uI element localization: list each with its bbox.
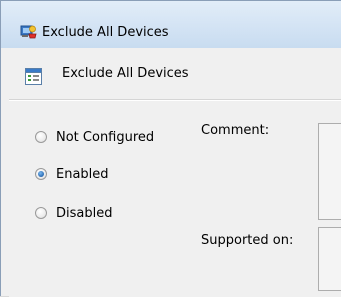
radio-button-icon[interactable] bbox=[35, 131, 47, 143]
supported-on-textbox[interactable] bbox=[318, 227, 341, 291]
radio-disabled-label: Disabled bbox=[56, 205, 113, 221]
radio-enabled[interactable]: Enabled bbox=[35, 165, 109, 183]
comment-label: Comment: bbox=[201, 123, 270, 138]
radio-button-icon[interactable] bbox=[35, 207, 47, 219]
supported-on-label: Supported on: bbox=[201, 233, 294, 248]
policy-setting-icon bbox=[25, 68, 42, 85]
radio-disabled[interactable]: Disabled bbox=[35, 204, 112, 222]
radio-enabled-label: Enabled bbox=[56, 166, 109, 182]
radio-not-configured[interactable]: Not Configured bbox=[35, 128, 154, 146]
policy-setting-window: Exclude All Devices Exclude All Devices … bbox=[0, 0, 341, 297]
dialog-body: Exclude All Devices Not Configured Enabl… bbox=[9, 48, 341, 297]
radio-not-configured-label: Not Configured bbox=[56, 129, 155, 145]
comment-textbox[interactable] bbox=[318, 123, 341, 220]
policy-name-heading: Exclude All Devices bbox=[62, 66, 189, 81]
header-divider-highlight bbox=[9, 100, 341, 101]
window-title: Exclude All Devices bbox=[42, 25, 169, 40]
title-bar[interactable]: Exclude All Devices bbox=[1, 1, 341, 48]
group-policy-icon bbox=[20, 23, 38, 39]
radio-button-checked-icon[interactable] bbox=[35, 168, 47, 180]
